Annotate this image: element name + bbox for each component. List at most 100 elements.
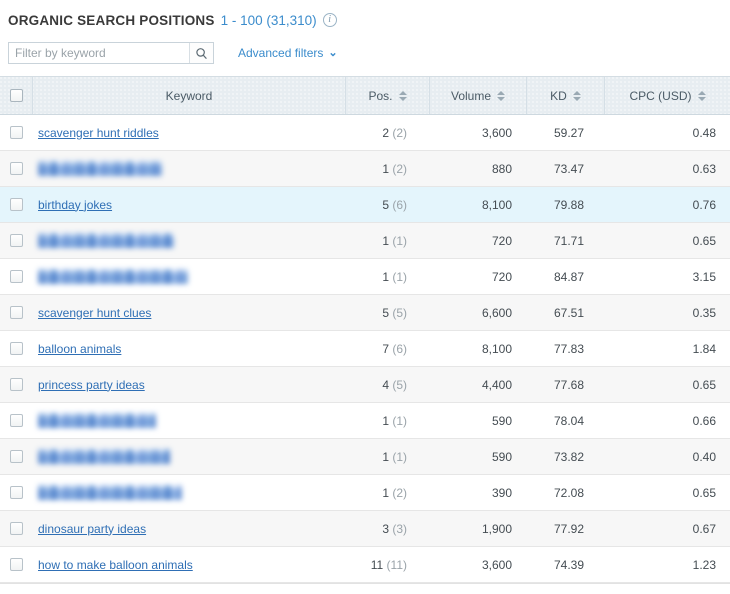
cpc-cell: 1.84 (604, 342, 730, 356)
table-row[interactable]: princess party ideas4 (5)4,40077.680.65 (0, 367, 730, 403)
cpc-cell: 0.65 (604, 234, 730, 248)
sort-icon-kd[interactable] (573, 91, 581, 101)
table-row[interactable]: 1 (1)72084.873.15 (0, 259, 730, 295)
keyword-link[interactable]: birthday jokes (38, 198, 112, 212)
volume-cell: 1,900 (429, 522, 526, 536)
table-row[interactable]: scavenger hunt clues5 (5)6,60067.510.35 (0, 295, 730, 331)
redacted-keyword (38, 485, 182, 500)
position-cell: 1 (2) (345, 486, 429, 500)
cpc-cell: 0.66 (604, 414, 730, 428)
position-previous: (1) (389, 234, 407, 248)
position-previous: (2) (389, 126, 407, 140)
sort-icon-cpc[interactable] (698, 91, 706, 101)
keyword-filter[interactable] (8, 42, 214, 64)
cpc-cell: 0.65 (604, 378, 730, 392)
keyword-cell (32, 485, 345, 500)
row-select-cell[interactable] (0, 378, 32, 391)
row-checkbox[interactable] (10, 378, 23, 391)
row-select-cell[interactable] (0, 306, 32, 319)
search-input[interactable] (9, 43, 189, 63)
cpc-cell: 0.48 (604, 126, 730, 140)
row-select-cell[interactable] (0, 522, 32, 535)
position-current: 5 (382, 198, 389, 212)
table-row[interactable]: birthday jokes5 (6)8,10079.880.76 (0, 187, 730, 223)
search-button[interactable] (189, 43, 213, 63)
keyword-cell (32, 161, 345, 176)
volume-cell: 590 (429, 450, 526, 464)
table-row[interactable]: 1 (1)72071.710.65 (0, 223, 730, 259)
keyword-link[interactable]: dinosaur party ideas (38, 522, 146, 536)
position-cell: 5 (6) (345, 198, 429, 212)
row-checkbox[interactable] (10, 450, 23, 463)
sort-icon-volume[interactable] (497, 91, 505, 101)
select-all-cell[interactable] (0, 89, 32, 102)
table-row[interactable]: scavenger hunt riddles2 (2)3,60059.270.4… (0, 115, 730, 151)
table-row[interactable]: dinosaur party ideas3 (3)1,90077.920.67 (0, 511, 730, 547)
keyword-link[interactable]: scavenger hunt riddles (38, 126, 159, 140)
position-previous: (5) (389, 378, 407, 392)
row-checkbox[interactable] (10, 558, 23, 571)
advanced-filters-toggle[interactable]: Advanced filters ⌄ (238, 46, 338, 60)
position-cell: 1 (1) (345, 234, 429, 248)
row-select-cell[interactable] (0, 414, 32, 427)
row-select-cell[interactable] (0, 486, 32, 499)
row-select-cell[interactable] (0, 342, 32, 355)
position-cell: 5 (5) (345, 306, 429, 320)
position-current: 1 (382, 486, 389, 500)
result-range: 1 - 100 (31,310) (221, 13, 317, 28)
keyword-link[interactable]: balloon animals (38, 342, 121, 356)
table-row[interactable]: 1 (2)88073.470.63 (0, 151, 730, 187)
row-checkbox[interactable] (10, 342, 23, 355)
table-row[interactable]: 1 (1)59073.820.40 (0, 439, 730, 475)
row-checkbox[interactable] (10, 486, 23, 499)
row-select-cell[interactable] (0, 198, 32, 211)
table-row[interactable]: 1 (2)39072.080.65 (0, 475, 730, 511)
keyword-cell: scavenger hunt clues (32, 306, 345, 320)
position-current: 5 (382, 306, 389, 320)
row-select-cell[interactable] (0, 162, 32, 175)
row-checkbox[interactable] (10, 234, 23, 247)
row-select-cell[interactable] (0, 126, 32, 139)
row-checkbox[interactable] (10, 198, 23, 211)
kd-cell: 84.87 (526, 270, 604, 284)
row-checkbox[interactable] (10, 414, 23, 427)
keyword-link[interactable]: scavenger hunt clues (38, 306, 151, 320)
row-select-cell[interactable] (0, 234, 32, 247)
row-select-cell[interactable] (0, 450, 32, 463)
keyword-cell: dinosaur party ideas (32, 522, 345, 536)
row-select-cell[interactable] (0, 270, 32, 283)
volume-cell: 8,100 (429, 198, 526, 212)
position-previous: (1) (389, 450, 407, 464)
redacted-keyword (38, 233, 174, 248)
position-previous: (1) (389, 270, 407, 284)
select-all-checkbox[interactable] (10, 89, 23, 102)
column-header-volume[interactable]: Volume (429, 77, 526, 114)
row-checkbox[interactable] (10, 162, 23, 175)
row-checkbox[interactable] (10, 126, 23, 139)
volume-cell: 390 (429, 486, 526, 500)
row-checkbox[interactable] (10, 306, 23, 319)
row-checkbox[interactable] (10, 270, 23, 283)
column-header-pos[interactable]: Pos. (345, 77, 429, 114)
info-icon[interactable]: i (323, 13, 337, 27)
row-checkbox[interactable] (10, 522, 23, 535)
position-previous: (1) (389, 414, 407, 428)
position-cell: 1 (1) (345, 414, 429, 428)
keyword-link[interactable]: how to make balloon animals (38, 558, 193, 572)
volume-cell: 8,100 (429, 342, 526, 356)
position-current: 7 (382, 342, 389, 356)
row-select-cell[interactable] (0, 558, 32, 571)
volume-cell: 720 (429, 270, 526, 284)
position-current: 1 (382, 450, 389, 464)
column-header-kd[interactable]: KD (526, 77, 604, 114)
table-row[interactable]: how to make balloon animals11 (11)3,6007… (0, 547, 730, 583)
sort-icon-pos[interactable] (399, 91, 407, 101)
table-row[interactable]: 1 (1)59078.040.66 (0, 403, 730, 439)
keyword-cell (32, 269, 345, 284)
keyword-link[interactable]: princess party ideas (38, 378, 145, 392)
column-header-cpc[interactable]: CPC (USD) (604, 77, 730, 114)
table-row[interactable]: balloon animals7 (6)8,10077.831.84 (0, 331, 730, 367)
cpc-cell: 1.23 (604, 558, 730, 572)
advanced-filters-label: Advanced filters (238, 46, 323, 60)
position-previous: (3) (389, 522, 407, 536)
